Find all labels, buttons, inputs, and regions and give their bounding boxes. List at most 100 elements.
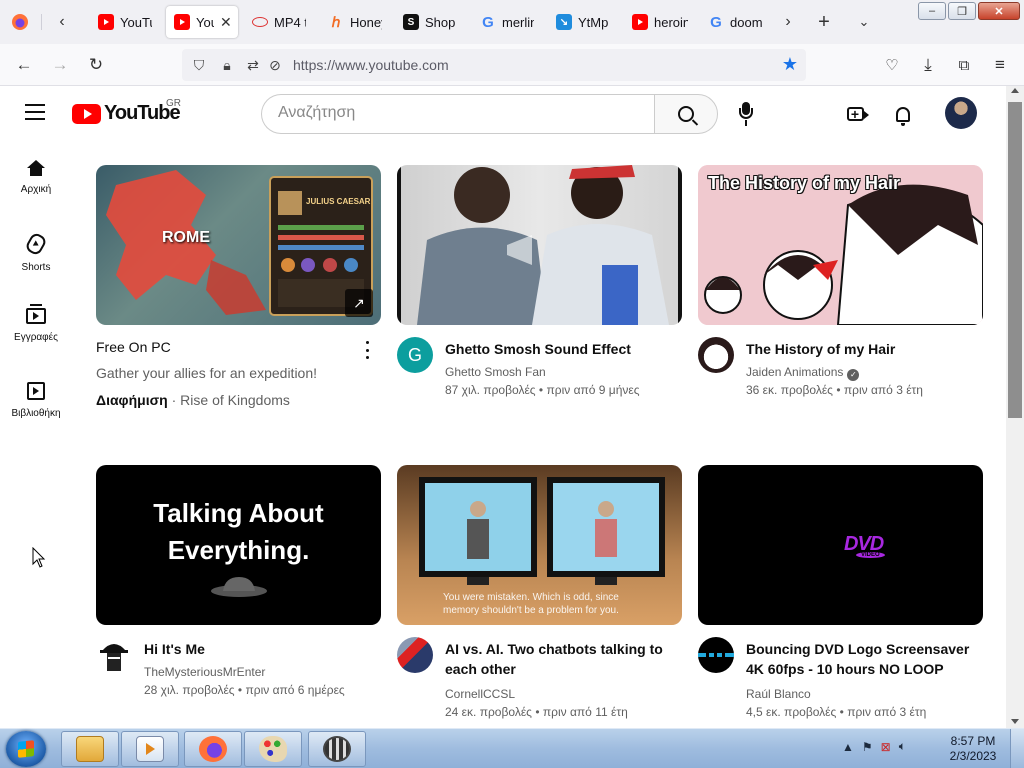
channel-avatar[interactable]: G: [397, 337, 433, 373]
restore-icon[interactable]: ❐: [948, 2, 976, 20]
extensions-icon[interactable]: ⧉: [952, 53, 976, 77]
video-thumbnail[interactable]: Talking About Everything.: [96, 465, 381, 625]
video-card[interactable]: DVD VIDEO Bouncing DVD Logo Screensaver …: [698, 465, 983, 719]
sidebar-item-shorts[interactable]: Shorts: [0, 216, 72, 290]
video-title[interactable]: Ghetto Smosh Sound Effect: [445, 339, 670, 359]
channel-avatar[interactable]: [397, 637, 433, 673]
sidebar-item-label: Εγγραφές: [14, 332, 58, 343]
channel-name[interactable]: Raúl Blanco: [746, 687, 811, 701]
reload-icon[interactable]: ↻: [84, 53, 108, 77]
taskbar-media-player[interactable]: [121, 731, 179, 767]
upload-age: πριν από 11 έτη: [542, 705, 628, 719]
firefox-icon[interactable]: [8, 10, 32, 34]
advertiser-name[interactable]: Rise of Kingdoms: [180, 392, 290, 408]
account-avatar[interactable]: [945, 97, 977, 129]
close-window-icon[interactable]: ✕: [978, 2, 1020, 20]
downloads-icon[interactable]: ⤓: [916, 53, 940, 77]
bookmark-star-icon[interactable]: ★: [782, 54, 798, 75]
channel-avatar[interactable]: [698, 337, 734, 373]
start-button[interactable]: [6, 731, 46, 767]
network-disconnected-icon[interactable]: ⊠: [881, 740, 891, 754]
tab-honey[interactable]: ℎ Honey: [320, 6, 390, 38]
channel-avatar[interactable]: [698, 637, 734, 673]
volume-icon[interactable]: 🔈︎: [899, 739, 906, 754]
video-title[interactable]: AI vs. AI. Two chatbots talking to each …: [445, 639, 670, 679]
tab-ytmp[interactable]: ↘ YtMp: [548, 6, 618, 38]
dvd-logo-subtext: VIDEO: [856, 552, 885, 558]
url-text[interactable]: https://www.youtube.com: [293, 57, 449, 73]
more-options-icon[interactable]: [364, 341, 370, 359]
video-title[interactable]: Hi It's Me: [144, 639, 369, 659]
video-card[interactable]: Talking About Everything. Hi It's Me The…: [96, 465, 381, 697]
search-input[interactable]: [278, 104, 638, 122]
video-card[interactable]: The History of my Hair The History of my…: [698, 165, 983, 397]
lock-icon[interactable]: 🔒︎: [218, 56, 236, 74]
ad-title[interactable]: Free On PC: [96, 339, 171, 355]
close-tab-icon[interactable]: ✕: [220, 14, 232, 31]
tab-scroll-left-icon[interactable]: ‹: [50, 10, 74, 34]
video-card[interactable]: You were mistaken. Which is odd, since m…: [397, 465, 682, 719]
autoplay-blocked-icon[interactable]: ⊘: [266, 56, 284, 74]
taskbar-clock[interactable]: 8:57 PM 2/3/2023: [944, 734, 1002, 764]
ad-thumbnail[interactable]: ROME JULIUS CAESAR ↗: [96, 165, 381, 325]
channel-name[interactable]: Jaiden Animations: [746, 365, 843, 379]
video-thumbnail[interactable]: The History of my Hair: [698, 165, 983, 325]
tab-heroin[interactable]: heroin: [624, 6, 694, 38]
youtube-logo[interactable]: YouTube: [72, 102, 181, 125]
tab-doom[interactable]: G doom: [700, 6, 770, 38]
tab-shop[interactable]: S Shop: [395, 6, 465, 38]
back-arrow-icon[interactable]: ←: [12, 53, 36, 77]
channel-name[interactable]: TheMysteriousMrEnter: [144, 665, 265, 679]
show-hidden-icons-icon[interactable]: ▲: [842, 740, 854, 754]
tab-youtube-1[interactable]: YouTube: [90, 6, 160, 38]
tab-youtube-active[interactable]: YouTube ✕: [166, 6, 238, 38]
show-desktop-button[interactable]: [1010, 729, 1024, 768]
scrollbar-thumb[interactable]: [1008, 102, 1022, 418]
sidebar-item-library[interactable]: Βιβλιοθήκη: [0, 364, 72, 438]
url-bar[interactable]: ⛉ 🔒︎ ⇄ ⊘ https://www.youtube.com ★: [182, 49, 806, 81]
shield-icon[interactable]: ⛉: [190, 56, 208, 74]
separator: •: [237, 683, 243, 697]
video-thumbnail[interactable]: DVD VIDEO: [698, 465, 983, 625]
taskbar-explorer[interactable]: [61, 731, 119, 767]
youtube-icon: [174, 14, 190, 30]
permissions-icon[interactable]: ⇄: [244, 56, 262, 74]
taskbar-movie-maker[interactable]: [308, 731, 366, 767]
scroll-down-icon[interactable]: [1011, 719, 1019, 724]
new-tab-icon[interactable]: +: [812, 10, 836, 34]
action-center-icon[interactable]: ⚑: [862, 740, 873, 754]
tab-mp4[interactable]: MP4 t: [244, 6, 314, 38]
forward-arrow-icon[interactable]: →: [48, 53, 72, 77]
sidebar-item-home[interactable]: Αρχική: [0, 142, 72, 216]
list-tabs-icon[interactable]: ⌄: [852, 10, 876, 34]
channel-name[interactable]: Ghetto Smosh Fan: [445, 365, 546, 379]
create-video-icon[interactable]: +: [843, 102, 869, 126]
video-thumbnail[interactable]: [397, 165, 682, 325]
sidebar-item-subscriptions[interactable]: Εγγραφές: [0, 290, 72, 364]
notifications-bell-icon[interactable]: [891, 102, 915, 126]
channel-avatar[interactable]: [96, 637, 132, 673]
video-title[interactable]: The History of my Hair: [746, 339, 971, 359]
scroll-up-icon[interactable]: [1011, 88, 1019, 93]
hamburger-menu-icon[interactable]: [25, 104, 45, 120]
external-link-icon[interactable]: ↗: [345, 289, 373, 317]
sidebar-item-label: Shorts: [21, 262, 51, 273]
page-scrollbar[interactable]: [1006, 86, 1024, 728]
menu-icon[interactable]: ≡: [988, 53, 1012, 77]
search-button[interactable]: [654, 94, 718, 134]
pocket-icon[interactable]: ♡: [880, 53, 904, 77]
channel-name[interactable]: CornellCCSL: [445, 687, 515, 701]
minimize-icon[interactable]: –: [918, 2, 946, 20]
windows-taskbar: ▲ ⚑ ⊠ 🔈︎ 8:57 PM 2/3/2023: [0, 728, 1024, 768]
video-thumbnail[interactable]: You were mistaken. Which is odd, since m…: [397, 465, 682, 625]
google-icon: G: [482, 13, 494, 31]
ad-card[interactable]: ROME JULIUS CAESAR ↗ Free On PC Gather y…: [96, 165, 381, 408]
taskbar-paint[interactable]: [244, 731, 302, 767]
taskbar-firefox[interactable]: [184, 731, 242, 767]
voice-search-icon[interactable]: [736, 102, 756, 126]
tab-merlin[interactable]: G merlin: [472, 6, 542, 38]
tab-title: YouTube: [196, 14, 214, 30]
tab-scroll-right-icon[interactable]: ›: [776, 10, 800, 34]
video-title[interactable]: Bouncing DVD Logo Screensaver 4K 60fps -…: [746, 639, 971, 679]
video-card[interactable]: G Ghetto Smosh Sound Effect Ghetto Smosh…: [397, 165, 682, 397]
